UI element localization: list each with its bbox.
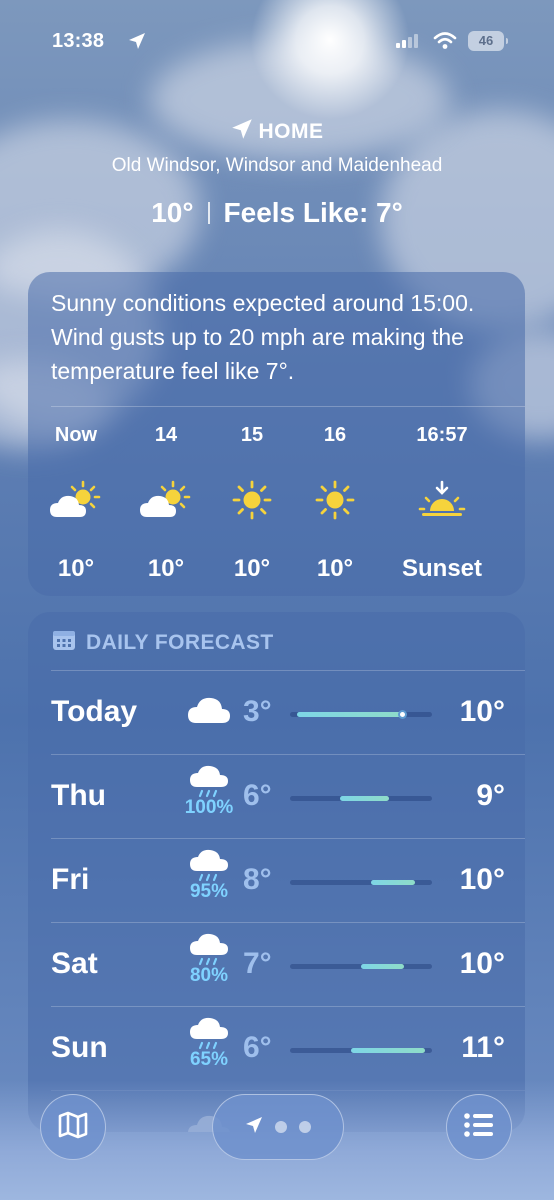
location-name: Old Windsor, Windsor and Maidenhead <box>111 155 443 176</box>
precipitation-chance: 100% <box>184 797 234 818</box>
day-high: 10° <box>459 863 505 896</box>
temperature-range-fill <box>370 880 415 885</box>
day-high: 11° <box>461 1031 505 1064</box>
home-label: HOME <box>258 119 324 143</box>
hour-label: 15 <box>240 424 264 446</box>
hour-temp: 10° <box>233 555 271 582</box>
partly-sunny-icon <box>31 480 121 520</box>
day-high: 9° <box>476 779 505 812</box>
status-bar: 13:38 46 <box>0 26 554 60</box>
hour-temp: 10° <box>147 555 185 582</box>
temperature-range-bar <box>290 710 432 719</box>
rain-cloud-icon: 95% <box>173 849 245 903</box>
battery-icon: 46 <box>468 31 508 51</box>
cellular-signal-icon <box>396 34 418 53</box>
rain-cloud-icon: 65% <box>173 1017 245 1071</box>
hourly-forecast-card[interactable]: Sunny conditions expected around 15:00. … <box>28 272 525 596</box>
hour-label: 16:57 <box>416 424 468 446</box>
hour-label: Now <box>54 424 98 446</box>
location-header: HOME Old Windsor, Windsor and Maidenhead… <box>0 118 554 229</box>
rain-cloud-icon: 80% <box>173 933 245 987</box>
list-icon <box>463 1111 495 1144</box>
day-row-thu[interactable]: Thu 100% 6° 9° <box>51 754 525 838</box>
current-temperature: 10° <box>151 197 194 228</box>
temperature-range-bar <box>290 796 432 801</box>
page-dot <box>299 1121 311 1133</box>
feels-like: Feels Like: 7° <box>223 197 403 228</box>
day-low: 7° <box>243 947 272 980</box>
battery-level: 46 <box>478 33 494 48</box>
hour-temp: 10° <box>57 555 95 582</box>
page-dot <box>275 1121 287 1133</box>
partly-sunny-icon <box>121 480 211 520</box>
hour-temp: 10° <box>316 555 354 582</box>
daily-forecast-title: DAILY FORECAST <box>86 630 274 654</box>
day-low: 6° <box>243 1031 272 1064</box>
precipitation-chance: 95% <box>189 881 229 902</box>
temperature-range-fill <box>297 712 407 717</box>
day-high: 10° <box>459 947 505 980</box>
temperature-range-fill <box>361 964 404 969</box>
day-high: 10° <box>459 695 505 728</box>
wifi-icon <box>433 32 457 55</box>
day-name: Sat <box>51 947 98 980</box>
sunset-icon <box>385 480 499 520</box>
precipitation-chance: 65% <box>189 1049 229 1070</box>
separator <box>207 202 210 224</box>
cloud-icon <box>173 695 245 725</box>
daily-forecast-card[interactable]: DAILY FORECAST Today 3° 10° Thu 100% 6° … <box>28 612 525 1132</box>
map-button[interactable] <box>40 1094 106 1160</box>
day-name: Fri <box>51 863 90 896</box>
rain-cloud-icon: 100% <box>173 765 245 819</box>
day-row-sat[interactable]: Sat 80% 7° 10° <box>51 922 525 1006</box>
day-low: 3° <box>243 695 272 728</box>
sun-icon <box>290 480 380 520</box>
day-low: 6° <box>243 779 272 812</box>
map-icon <box>57 1109 89 1146</box>
temperature-range-bar <box>290 964 432 969</box>
day-name: Today <box>51 695 138 728</box>
temperature-range-bar <box>290 1048 432 1053</box>
current-temperature-marker <box>398 710 408 719</box>
daily-forecast-header: DAILY FORECAST <box>52 629 274 656</box>
hour-temp: Sunset <box>401 555 482 582</box>
day-name: Thu <box>51 779 106 812</box>
day-row-today[interactable]: Today 3° 10° <box>51 670 525 754</box>
temperature-range-bar <box>290 880 432 885</box>
hour-label: 16 <box>323 424 347 446</box>
divider <box>51 406 525 407</box>
hour-label: 14 <box>154 424 178 446</box>
sun-icon <box>207 480 297 520</box>
day-low: 8° <box>243 863 272 896</box>
day-row-sun[interactable]: Sun 65% 6° 11° <box>51 1006 525 1090</box>
status-time: 13:38 <box>52 30 105 52</box>
calendar-icon <box>52 629 76 656</box>
locations-list-button[interactable] <box>446 1094 512 1160</box>
location-services-icon <box>128 32 146 55</box>
location-arrow-icon <box>231 118 253 145</box>
day-name: Sun <box>51 1031 108 1064</box>
location-page-indicator[interactable] <box>212 1094 344 1160</box>
day-row-fri[interactable]: Fri 95% 8° 10° <box>51 838 525 922</box>
temperature-range-fill <box>339 796 390 801</box>
current-location-icon <box>245 1116 263 1139</box>
temperature-range-fill <box>351 1048 425 1053</box>
conditions-summary: Sunny conditions expected around 15:00. … <box>51 290 475 384</box>
precipitation-chance: 80% <box>189 965 229 986</box>
